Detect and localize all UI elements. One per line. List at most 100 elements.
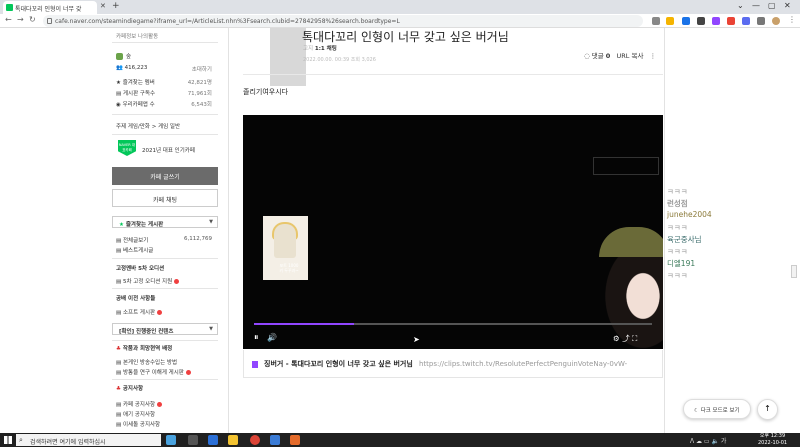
favorites-title: 즐겨찾는 게시판 xyxy=(125,222,164,228)
stat-label: 게시판 구독수 xyxy=(122,91,156,97)
system-tray[interactable]: ᐱ ☁ ▭ 🔈 가 xyxy=(690,436,726,445)
favorites-header[interactable]: ★ 즐겨찾는 게시판 ▼ xyxy=(112,216,218,228)
write-post-button[interactable]: 카페 글쓰기 xyxy=(112,167,218,185)
menu-label: 이세돌 공지사항 xyxy=(122,422,161,428)
rank-row: 숲 xyxy=(116,52,131,60)
menu-item[interactable]: ▤ 소프트 게시판 xyxy=(116,308,163,316)
rank-label: 숲 xyxy=(126,54,132,60)
app-icon[interactable] xyxy=(270,435,280,445)
extension-v-icon[interactable] xyxy=(712,17,720,25)
stat-value: 6,543회 xyxy=(191,102,212,108)
members-icon: 👥 xyxy=(116,65,125,71)
windows-start-icon[interactable] xyxy=(4,436,12,444)
windows-taskbar: ⌕ 검색하려면 여기에 입력하십시 ᐱ ☁ ▭ 🔈 가 오후 12:39 202… xyxy=(0,433,800,447)
visual-studio-icon[interactable] xyxy=(208,435,218,445)
more-options-icon[interactable]: ⋮ xyxy=(650,52,657,60)
video-progress-fill xyxy=(254,323,354,325)
comments-count: 0 xyxy=(605,52,611,60)
menu-item[interactable]: ▤ 본게인 방송수입는 방법 xyxy=(116,358,177,366)
twitch-clip-link[interactable]: 징버거 - 톡대다꼬리 인형이 너무 갖고 싶은 버거님 https://cli… xyxy=(243,350,663,378)
extension-icon[interactable] xyxy=(742,17,750,25)
cortana-icon[interactable] xyxy=(166,435,176,445)
screen: 톡대다꼬리 인형이 너무 갖 ✕ + ⌄ — ▢ ✕ ← → ↻ cafe.na… xyxy=(0,0,800,447)
extension-icon[interactable] xyxy=(697,17,705,25)
extension-icon[interactable] xyxy=(682,17,690,25)
menu-label: 소프트 게시판 xyxy=(122,310,156,316)
chevron-down-icon[interactable]: ▼ xyxy=(209,219,213,225)
browser-tab[interactable]: 톡대다꼬리 인형이 너무 갖 xyxy=(3,1,97,14)
tab-close-icon[interactable]: ✕ xyxy=(100,2,106,10)
window-chevron-icon[interactable]: ⌄ xyxy=(737,1,744,10)
address-bar[interactable]: cafe.naver.com/steamindiegame?iframe_url… xyxy=(43,15,643,27)
dark-mode-button[interactable]: ☾ 다크 모드로 보기 xyxy=(683,399,751,419)
close-window-icon[interactable]: ✕ xyxy=(784,1,791,10)
cafe-chat-button[interactable]: 카페 채팅 xyxy=(112,189,218,207)
section-header[interactable]: [확인] 진행중인 컨텐츠 ▼ xyxy=(112,323,218,335)
chrome-icon[interactable] xyxy=(250,435,260,445)
new-badge-icon xyxy=(174,279,180,284)
author-avatar[interactable] xyxy=(270,28,306,86)
video-player[interactable]: 포트 1000 키 두꾸과~ ⏸ 🔊 ⚙ ⤴ ⛶ ➤ xyxy=(243,115,663,349)
comments-label[interactable]: 댓글 xyxy=(592,52,604,60)
minimize-icon[interactable]: — xyxy=(752,1,760,10)
pause-icon[interactable]: ⏸ xyxy=(254,333,259,343)
menu-label: 애기 공지사항 xyxy=(122,412,156,418)
taskbar-search-input[interactable]: ⌕ 검색하려면 여기에 입력하십시 xyxy=(16,434,161,446)
taskbar-clock[interactable]: 오후 12:39 2022-10-01 xyxy=(758,433,787,447)
back-icon[interactable]: ← xyxy=(5,15,12,24)
character-figure xyxy=(274,224,296,258)
new-badge-icon xyxy=(185,370,191,375)
chat-link[interactable]: 1:1 채팅 xyxy=(315,46,337,52)
forward-icon[interactable]: → xyxy=(17,15,24,24)
star-icon: ★ xyxy=(119,222,126,228)
video-progress-bar[interactable] xyxy=(254,323,652,325)
post-body-text: 졸리기여우시다 xyxy=(243,88,289,96)
clip-url[interactable]: https://clips.twitch.tv/ResolutePerfectP… xyxy=(419,360,627,368)
menu-item[interactable]: ▤ 애기 공지사항 xyxy=(116,410,155,418)
menu-all-posts[interactable]: ▤ 전체글보기 xyxy=(116,236,148,244)
reload-icon[interactable]: ↻ xyxy=(29,15,36,24)
scroll-top-button[interactable]: ↑ xyxy=(757,399,778,420)
file-explorer-icon[interactable] xyxy=(228,435,238,445)
menu-dots-icon[interactable]: ⋮ xyxy=(788,15,796,24)
invite-link[interactable]: 초대하기 xyxy=(192,65,212,73)
share-icon[interactable] xyxy=(652,17,660,25)
stat-value: 71,961회 xyxy=(187,91,212,97)
post-title: 톡대다꼬리 인형이 너무 갖고 싶은 버거님 xyxy=(302,30,509,44)
stat-row: ★ 즐겨찾는 멤버 xyxy=(116,80,155,86)
chevron-down-icon[interactable]: ▼ xyxy=(209,326,213,332)
chat-message: ㅋㅋㅋ xyxy=(667,187,688,196)
video-settings-share-fullscreen[interactable]: ⚙ ⤴ ⛶ xyxy=(613,333,637,344)
menu-best[interactable]: ▤ 베스트게시글 xyxy=(116,246,153,254)
members-count[interactable]: 416,223 xyxy=(125,65,148,71)
new-tab-icon[interactable]: + xyxy=(112,1,120,11)
flag-icon: ♣ xyxy=(116,386,123,392)
profile-avatar[interactable] xyxy=(772,17,780,25)
menu-item[interactable]: ▤ 5차 고정 오디션 지원 xyxy=(116,277,180,285)
app-icon[interactable] xyxy=(290,435,300,445)
menu-item[interactable]: ▤ 방통을 연구 이해게 게시판 xyxy=(116,368,191,376)
task-view-icon[interactable] xyxy=(188,435,198,445)
comment-icon[interactable]: ◌ xyxy=(584,52,592,60)
menu-label: 베스트게시글 xyxy=(122,248,154,254)
section-title: [확인] 진행중인 컨텐츠 xyxy=(119,329,174,335)
volume-icon[interactable]: 🔊 xyxy=(267,333,277,342)
extension-icon[interactable] xyxy=(727,17,735,25)
sidebar-top-links[interactable]: 카페정보 나의활동 xyxy=(116,32,158,40)
scrollbar-thumb[interactable] xyxy=(791,265,797,278)
section-title: 공지사항 xyxy=(122,386,144,392)
menu-label: 전체글보기 xyxy=(122,238,149,244)
extensions-puzzle-icon[interactable] xyxy=(757,17,765,25)
bookmark-star-icon[interactable] xyxy=(666,17,674,25)
cafe-topic[interactable]: 주제 게임/만화 > 게임 일반 xyxy=(116,122,180,130)
url-copy-button[interactable]: URL 복사 xyxy=(617,52,644,60)
maximize-icon[interactable]: ▢ xyxy=(768,1,776,10)
flag-icon: ♣ xyxy=(116,346,123,352)
stream-overlay-box xyxy=(593,157,659,175)
section-title: 작품과 희망현역 배정 xyxy=(122,346,173,352)
menu-item[interactable]: ▤ 이세돌 공지사항 xyxy=(116,420,160,428)
menu-item[interactable]: ▤ 카페 공지사항 xyxy=(116,400,163,408)
naver-favicon-icon xyxy=(6,4,13,11)
chat-message: ㅋㅋㅋ xyxy=(667,247,688,256)
author-name[interactable]: 고지 xyxy=(303,46,313,52)
